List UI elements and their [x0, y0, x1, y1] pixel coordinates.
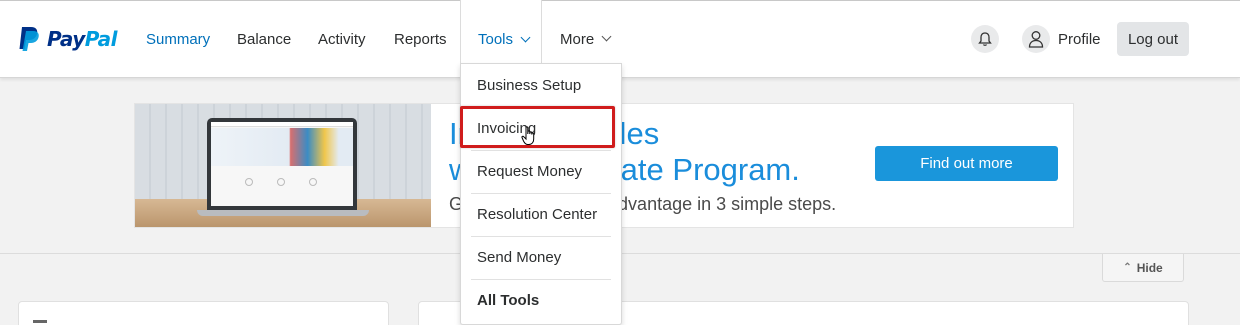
menu-item-request-money[interactable]: Request Money: [461, 150, 621, 193]
nav-balance[interactable]: Balance: [237, 0, 291, 78]
logout-button[interactable]: Log out: [1117, 22, 1189, 56]
find-out-more-button[interactable]: Find out more: [875, 146, 1058, 181]
menu-item-send-money[interactable]: Send Money: [461, 236, 621, 279]
profile-link[interactable]: Profile: [1022, 25, 1101, 53]
paypal-wordmark: PayPal: [47, 27, 118, 51]
menu-item-all-tools[interactable]: All Tools: [461, 279, 621, 322]
hide-banner-button[interactable]: ⌃ Hide: [1102, 254, 1184, 282]
nav-reports[interactable]: Reports: [394, 0, 447, 78]
user-icon: [1028, 31, 1044, 48]
bell-icon: [978, 32, 992, 46]
chevron-down-icon: [520, 32, 531, 42]
chevron-down-icon: [601, 31, 612, 42]
profile-label: Profile: [1058, 30, 1101, 48]
paypal-logo[interactable]: PayPal: [18, 24, 118, 54]
nav-activity[interactable]: Activity: [318, 0, 366, 78]
hand-cursor-icon: [521, 126, 535, 145]
nav-summary[interactable]: Summary: [146, 0, 210, 78]
notifications-button[interactable]: [971, 25, 999, 53]
banner-laptop-image: [135, 104, 431, 227]
double-chevron-up-icon: ⌃: [1123, 262, 1132, 273]
laptop-illustration: [207, 118, 357, 210]
left-card: [18, 301, 389, 325]
avatar: [1022, 25, 1050, 53]
paypal-p-icon: [19, 27, 39, 51]
menu-item-resolution-center[interactable]: Resolution Center: [461, 193, 621, 236]
tools-dropdown-menu: Business Setup Invoicing Request Money R…: [460, 63, 622, 325]
invoicing-highlight-box: [460, 106, 615, 148]
menu-item-business-setup[interactable]: Business Setup: [461, 64, 621, 107]
